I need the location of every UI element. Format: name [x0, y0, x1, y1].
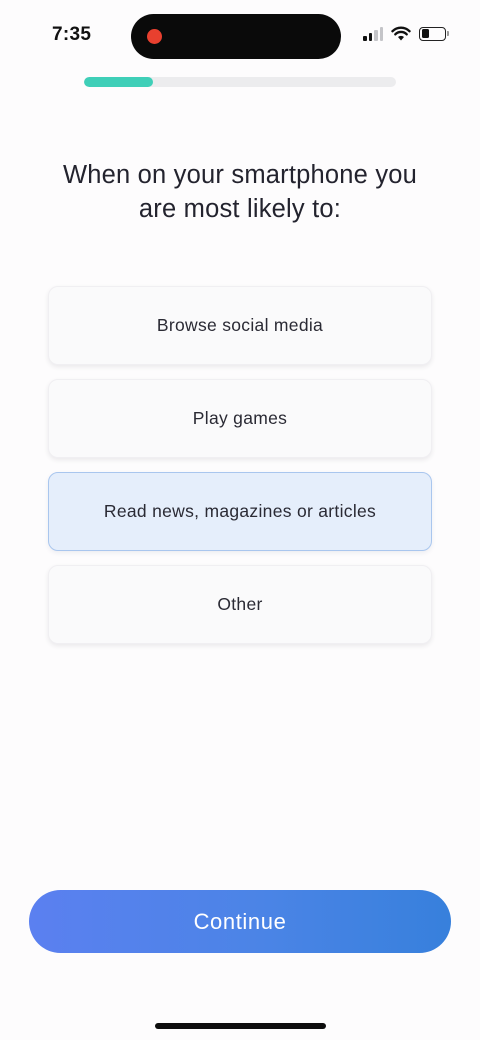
- dynamic-island: [131, 14, 341, 59]
- home-indicator[interactable]: [155, 1023, 326, 1029]
- answer-options: Browse social media Play games Read news…: [48, 286, 432, 658]
- question-title: When on your smartphone you are most lik…: [20, 158, 460, 226]
- option-play-games[interactable]: Play games: [48, 379, 432, 458]
- wifi-icon: [391, 26, 411, 41]
- option-read-news[interactable]: Read news, magazines or articles: [48, 472, 432, 551]
- option-label: Browse social media: [156, 315, 324, 335]
- option-browse-social-media[interactable]: Browse social media: [48, 286, 432, 365]
- progress-fill: [84, 77, 153, 87]
- status-icons: [363, 26, 449, 41]
- option-other[interactable]: Other: [48, 565, 432, 644]
- continue-button[interactable]: Continue: [29, 890, 451, 953]
- cellular-signal-icon: [363, 26, 383, 41]
- screen: 7:35 When on your smartphone you are mos…: [0, 0, 480, 1040]
- option-label: Read news, magazines or articles: [103, 501, 377, 521]
- option-label: Play games: [192, 408, 288, 428]
- question-line-2: are most likely to:: [138, 195, 342, 223]
- progress-bar: [84, 77, 396, 87]
- battery-icon: [419, 26, 449, 41]
- recording-dot-icon: [147, 29, 162, 44]
- question-line-1: When on your smartphone you: [62, 161, 418, 189]
- option-label: Other: [217, 594, 263, 614]
- status-time: 7:35: [52, 24, 92, 45]
